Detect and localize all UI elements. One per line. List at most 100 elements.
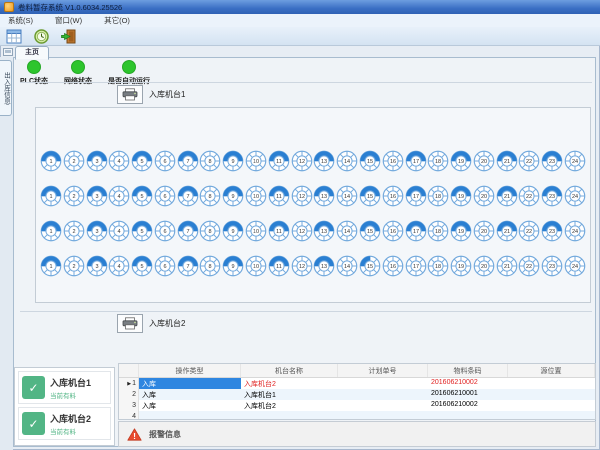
reel-slot-3-21[interactable]: 21 [496,220,518,242]
reel-slot-4-15[interactable]: 15 [359,255,381,277]
reel-slot-4-4[interactable]: 4 [108,255,130,277]
cell[interactable] [508,400,595,411]
reel-slot-3-7[interactable]: 7 [177,220,199,242]
reel-slot-3-11[interactable]: 11 [268,220,290,242]
reel-slot-4-23[interactable]: 23 [541,255,563,277]
reel-slot-2-7[interactable]: 7 [177,185,199,207]
reel-slot-4-10[interactable]: 10 [245,255,267,277]
cell[interactable]: 201606210001 [428,389,508,400]
reel-slot-1-7[interactable]: 7 [177,150,199,172]
reel-slot-2-23[interactable]: 23 [541,185,563,207]
reel-slot-1-24[interactable]: 24 [564,150,586,172]
cell[interactable] [139,411,241,420]
reel-slot-4-17[interactable]: 17 [405,255,427,277]
reel-slot-4-19[interactable]: 19 [450,255,472,277]
reel-slot-1-19[interactable]: 19 [450,150,472,172]
reel-slot-2-18[interactable]: 18 [427,185,449,207]
schedule-grid-icon[interactable] [3,27,25,46]
cell[interactable]: 入库 [139,400,241,411]
reel-slot-4-13[interactable]: 13 [313,255,335,277]
reel-slot-2-9[interactable]: 9 [222,185,244,207]
reel-slot-4-3[interactable]: 3 [86,255,108,277]
menu-system[interactable]: 系统(S) [8,15,33,26]
cell[interactable] [338,411,428,420]
reel-slot-4-21[interactable]: 21 [496,255,518,277]
cell[interactable] [508,378,595,389]
reel-slot-1-13[interactable]: 13 [313,150,335,172]
menu-other[interactable]: 其它(O) [104,15,130,26]
reel-slot-3-10[interactable]: 10 [245,220,267,242]
reel-slot-2-3[interactable]: 3 [86,185,108,207]
cell[interactable]: 入库机台1 [241,389,338,400]
table-row-2[interactable]: 2入库入库机台1201606210001 [119,389,595,400]
reel-slot-1-5[interactable]: 5 [131,150,153,172]
reel-slot-3-5[interactable]: 5 [131,220,153,242]
reel-slot-1-11[interactable]: 11 [268,150,290,172]
reel-slot-2-16[interactable]: 16 [382,185,404,207]
reel-slot-2-15[interactable]: 15 [359,185,381,207]
reel-slot-4-22[interactable]: 22 [518,255,540,277]
reel-slot-3-12[interactable]: 12 [291,220,313,242]
cell[interactable] [338,400,428,411]
reel-slot-1-23[interactable]: 23 [541,150,563,172]
reel-slot-1-2[interactable]: 2 [63,150,85,172]
reel-slot-2-5[interactable]: 5 [131,185,153,207]
reel-slot-4-6[interactable]: 6 [154,255,176,277]
column-header-1[interactable]: 机台名称 [241,364,338,377]
reel-slot-4-2[interactable]: 2 [63,255,85,277]
reel-slot-1-1[interactable]: 1 [40,150,62,172]
cell[interactable] [241,411,338,420]
column-header-2[interactable]: 计划单号 [338,364,428,377]
reel-slot-3-17[interactable]: 17 [405,220,427,242]
reel-slot-2-10[interactable]: 10 [245,185,267,207]
reel-slot-4-24[interactable]: 24 [564,255,586,277]
reel-slot-2-24[interactable]: 24 [564,185,586,207]
reel-slot-1-9[interactable]: 9 [222,150,244,172]
dock-button[interactable] [3,48,13,56]
reel-slot-2-21[interactable]: 21 [496,185,518,207]
reel-slot-4-9[interactable]: 9 [222,255,244,277]
reel-slot-4-1[interactable]: 1 [40,255,62,277]
tab-home[interactable]: 主页 [15,46,49,60]
reel-slot-3-16[interactable]: 16 [382,220,404,242]
reel-slot-4-11[interactable]: 11 [268,255,290,277]
reel-slot-1-16[interactable]: 16 [382,150,404,172]
reel-slot-2-11[interactable]: 11 [268,185,290,207]
cell[interactable] [508,389,595,400]
reel-slot-3-6[interactable]: 6 [154,220,176,242]
reel-slot-1-8[interactable]: 8 [199,150,221,172]
reel-slot-4-7[interactable]: 7 [177,255,199,277]
reel-slot-3-22[interactable]: 22 [518,220,540,242]
reel-slot-4-8[interactable]: 8 [199,255,221,277]
reel-slot-2-20[interactable]: 20 [473,185,495,207]
table-row-4[interactable]: 4 [119,411,595,420]
reel-slot-1-22[interactable]: 22 [518,150,540,172]
side-panel-tab[interactable]: 出入库信息 [0,60,12,116]
reel-slot-4-12[interactable]: 12 [291,255,313,277]
reel-slot-3-9[interactable]: 9 [222,220,244,242]
cell[interactable] [508,411,595,420]
reel-slot-3-8[interactable]: 8 [199,220,221,242]
reel-slot-2-8[interactable]: 8 [199,185,221,207]
reel-slot-3-19[interactable]: 19 [450,220,472,242]
reel-slot-4-20[interactable]: 20 [473,255,495,277]
reel-slot-3-13[interactable]: 13 [313,220,335,242]
table-row-3[interactable]: 3入库入库机台2201606210002 [119,400,595,411]
reel-slot-1-6[interactable]: 6 [154,150,176,172]
reel-slot-4-5[interactable]: 5 [131,255,153,277]
reel-slot-1-14[interactable]: 14 [336,150,358,172]
reel-slot-3-1[interactable]: 1 [40,220,62,242]
reel-slot-1-18[interactable]: 18 [427,150,449,172]
cell[interactable]: 201606210002 [428,378,508,389]
clock-icon[interactable] [30,27,52,46]
column-header-4[interactable]: 源位置 [508,364,595,377]
reel-slot-3-23[interactable]: 23 [541,220,563,242]
exit-door-icon[interactable] [57,27,79,46]
reel-slot-3-24[interactable]: 24 [564,220,586,242]
cell[interactable]: 入库机台2 [241,378,338,389]
reel-slot-3-18[interactable]: 18 [427,220,449,242]
reel-slot-4-16[interactable]: 16 [382,255,404,277]
reel-slot-3-4[interactable]: 4 [108,220,130,242]
reel-slot-1-17[interactable]: 17 [405,150,427,172]
reel-slot-4-18[interactable]: 18 [427,255,449,277]
